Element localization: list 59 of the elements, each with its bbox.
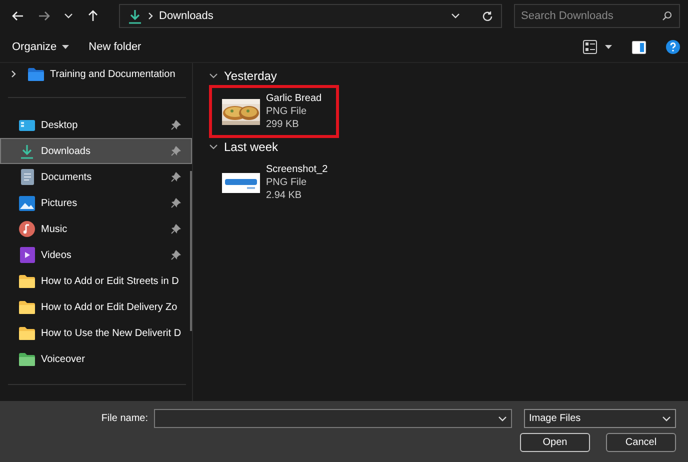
file-name-field[interactable] [154,409,512,428]
file-size: 2.94 KB [266,189,303,202]
file-type-dropdown[interactable]: Image Files [524,409,676,428]
music-icon [19,221,35,237]
sidebar-item[interactable]: Downloads [0,138,192,164]
organize-button[interactable]: Organize [6,38,75,56]
sidebar-item[interactable]: Pictures [0,190,192,216]
chevron-down-icon [498,416,507,422]
sidebar-item[interactable]: Documents [0,164,192,190]
chevron-down-icon [64,13,73,19]
folder-icon [19,352,35,366]
caret-icon [62,45,69,49]
file-type: PNG File [266,105,308,118]
sidebar-item[interactable]: Desktop [0,112,192,138]
chevron-down-icon [662,416,671,422]
back-arrow-icon [12,10,24,22]
sidebar-item[interactable]: How to Use the New Deliverit D [0,320,192,346]
sidebar-item[interactable]: How to Add or Edit Delivery Zo [0,294,192,320]
folder-icon [19,274,35,288]
open-button[interactable]: Open [520,433,590,452]
help-icon[interactable] [666,40,680,54]
download-icon [20,144,34,158]
file-item[interactable]: Garlic Bread PNG File 299 KB [209,85,339,138]
file-name-label: File name: [101,413,148,424]
group-header[interactable]: Last week [209,138,688,156]
video-icon [20,247,34,263]
file-type: PNG File [266,176,308,189]
cancel-button[interactable]: Cancel [606,433,676,452]
chevron-right-icon[interactable] [10,70,18,78]
document-icon [20,169,34,185]
sidebar-item[interactable]: Videos [0,242,192,268]
chevron-down-icon [451,13,460,19]
search-field[interactable]: Search Downloads [514,4,680,28]
group-header[interactable]: Yesterday [209,67,688,85]
folder-icon [19,326,35,340]
new-folder-button[interactable]: New folder [82,38,148,56]
location-text: Downloads [159,10,214,22]
file-name: Screenshot_2 [266,163,328,176]
caret-icon[interactable] [605,45,612,49]
sidebar-tree-item[interactable]: Training and Documentation [0,63,192,85]
desktop-icon [19,118,35,132]
refresh-icon[interactable] [482,10,493,22]
up-arrow-icon [87,10,99,22]
file-name: Garlic Bread [266,92,322,105]
folder-icon [28,68,44,80]
forward-arrow-icon [38,10,50,22]
sidebar-item[interactable]: Voiceover [0,346,192,372]
view-options-icon[interactable] [583,40,597,54]
chevron-right-icon [148,12,153,20]
download-icon [128,8,142,24]
search-icon [662,11,672,21]
preview-pane-icon[interactable] [632,40,646,54]
pictures-icon [19,196,35,210]
address-bar[interactable]: Downloads [119,4,502,28]
sidebar-item[interactable]: Music [0,216,192,242]
file-item[interactable]: Screenshot_2 PNG File 2.94 KB [209,156,339,209]
file-size: 299 KB [266,118,300,131]
sidebar-item[interactable]: How to Add or Edit Streets in D [0,268,192,294]
folder-icon [19,300,35,314]
